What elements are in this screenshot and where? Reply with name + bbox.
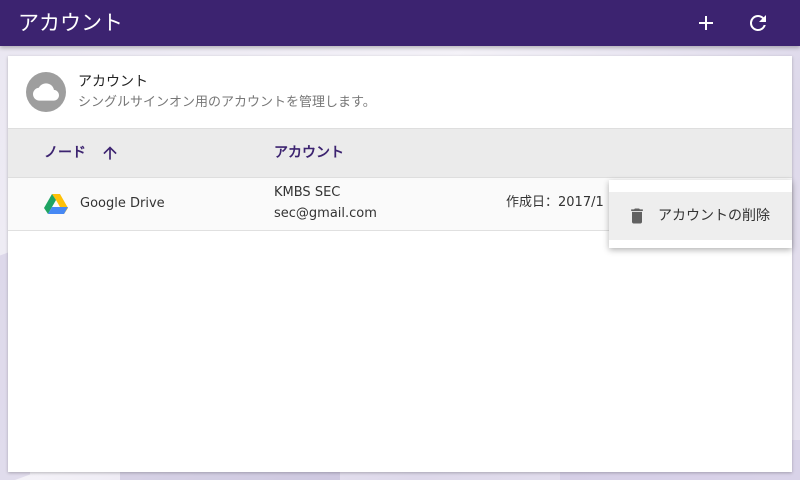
context-menu: アカウントの削除: [609, 180, 792, 248]
accounts-card: アカウント シングルサインオン用のアカウントを管理します。 ノード アカウント …: [8, 56, 792, 472]
created-date: 作成日：2017/1: [506, 195, 604, 210]
account-name: KMBS SEC: [274, 185, 341, 200]
sort-ascending-icon[interactable]: [100, 143, 120, 163]
card-title: アカウント: [78, 74, 148, 90]
cloud-avatar: [26, 72, 66, 112]
table-header: ノード アカウント: [8, 128, 792, 178]
page-title: アカウント: [18, 11, 123, 35]
column-header-account[interactable]: アカウント: [274, 144, 344, 162]
cloud-icon: [33, 83, 59, 101]
node-name: Google Drive: [80, 196, 165, 211]
card-header: アカウント シングルサインオン用のアカウントを管理します。: [8, 56, 792, 128]
delete-account-label: アカウントの削除: [658, 208, 770, 224]
add-button[interactable]: [694, 11, 718, 35]
google-drive-icon: [44, 193, 68, 215]
trash-icon: [627, 206, 647, 226]
refresh-icon: [749, 14, 766, 31]
app-bar: アカウント: [0, 0, 800, 46]
column-header-node[interactable]: ノード: [44, 144, 86, 162]
delete-account-menu-item[interactable]: アカウントの削除: [609, 192, 792, 240]
account-email: sec@gmail.com: [274, 206, 377, 221]
card-subtitle: シングルサインオン用のアカウントを管理します。: [78, 95, 376, 110]
plus-icon: [699, 16, 713, 30]
refresh-button[interactable]: [746, 11, 770, 35]
